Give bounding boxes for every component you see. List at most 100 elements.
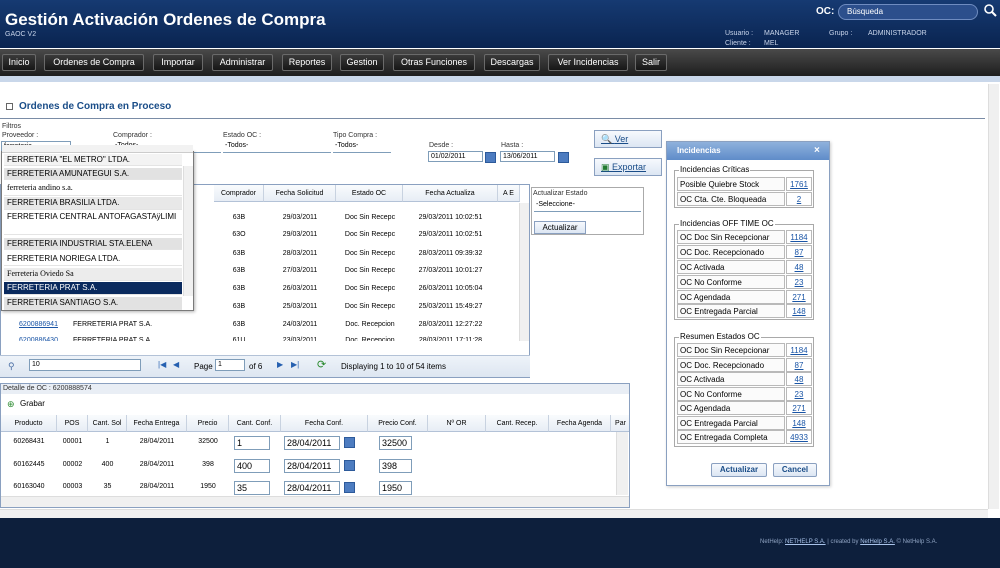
- autocomplete-item[interactable]: FERRETERIA SANTIAGO S.A.: [4, 297, 182, 310]
- fecha-conf-calendar-icon[interactable]: [344, 482, 355, 493]
- search-icon[interactable]: [983, 3, 997, 17]
- col-cant-conf[interactable]: Cant. Conf.: [229, 415, 281, 432]
- actualizar-estado-button[interactable]: Actualizar: [534, 221, 586, 234]
- fecha-conf-input[interactable]: 28/04/2011: [284, 436, 340, 450]
- actualizar-estado-select[interactable]: -Seleccione-: [534, 201, 641, 212]
- incidencia-link[interactable]: 48: [786, 260, 812, 274]
- autocomplete-item[interactable]: FERRETERIA BRASILIA LTDA.: [4, 197, 182, 210]
- collapse-checkbox[interactable]: [6, 103, 13, 110]
- resumen-link[interactable]: 1184: [786, 343, 812, 357]
- detalle-vscroll[interactable]: [616, 432, 628, 495]
- fecha-conf-calendar-icon[interactable]: [344, 460, 355, 471]
- page-size-select[interactable]: 10: [29, 359, 141, 371]
- incidencias-cancel-button[interactable]: Cancel: [773, 463, 817, 477]
- cant-conf-input[interactable]: 1: [234, 436, 270, 450]
- autocomplete-item[interactable]: FERRETERIA INDUSTRIAL STA.ELENA: [4, 238, 182, 250]
- col-fecha-conf[interactable]: Fecha Conf.: [281, 415, 368, 432]
- cant-conf-input[interactable]: 35: [234, 481, 270, 495]
- col-comprador[interactable]: Comprador: [214, 185, 264, 202]
- cant-conf-input[interactable]: 400: [234, 459, 270, 473]
- desde-input[interactable]: 01/02/2011: [428, 151, 483, 162]
- col-precio-conf[interactable]: Precio Conf.: [368, 415, 428, 432]
- autocomplete-item[interactable]: Ferreteria Oviedo Sa: [4, 268, 182, 281]
- first-page-icon[interactable]: |◀: [158, 360, 166, 369]
- incidencias-actualizar-button[interactable]: Actualizar: [711, 463, 767, 477]
- autocomplete-item-selected[interactable]: FERRETERIA PRAT S.A.: [4, 282, 182, 295]
- col-precio[interactable]: Precio: [187, 415, 229, 432]
- resumen-link[interactable]: 23: [786, 387, 812, 401]
- grid-vscroll[interactable]: [519, 203, 529, 341]
- refresh-icon[interactable]: ⟳: [317, 358, 326, 371]
- close-icon[interactable]: ×: [814, 145, 820, 156]
- col-estado-oc[interactable]: Estado OC: [336, 185, 403, 202]
- fecha-conf-calendar-icon[interactable]: [344, 437, 355, 448]
- nav-ver-incidencias[interactable]: Ver Incidencias: [548, 54, 628, 71]
- incidencia-link[interactable]: 23: [786, 275, 812, 289]
- pager-search-icon[interactable]: ⚲: [8, 361, 15, 372]
- hasta-calendar-icon[interactable]: [558, 152, 569, 163]
- col-producto[interactable]: Producto: [1, 415, 57, 432]
- fecha-conf-input[interactable]: 28/04/2011: [284, 459, 340, 473]
- nav-inicio[interactable]: Inicio: [2, 54, 36, 71]
- prev-page-icon[interactable]: ◀: [173, 360, 179, 369]
- autocomplete-item[interactable]: FERRETERIA AMUNATEGUI S.A.: [4, 168, 182, 180]
- col-pos[interactable]: POS: [57, 415, 88, 432]
- tipo-compra-select[interactable]: -Todos-: [333, 142, 391, 153]
- col-fecha-actualiza[interactable]: Fecha Actualiza: [403, 185, 498, 202]
- incidencia-link[interactable]: 87: [786, 245, 812, 259]
- resumen-link[interactable]: 271: [786, 401, 812, 415]
- col-fecha-entrega[interactable]: Fecha Entrega: [127, 415, 187, 432]
- nav-reportes[interactable]: Reportes: [282, 54, 332, 71]
- col-cant-sol[interactable]: Cant. Sol: [88, 415, 127, 432]
- incidencia-link[interactable]: 2: [786, 192, 812, 206]
- nav-gestion[interactable]: Gestion: [340, 54, 384, 71]
- precio-conf-input[interactable]: 1950: [379, 481, 412, 495]
- precio-conf-input[interactable]: 398: [379, 459, 412, 473]
- incidencia-link[interactable]: 148: [786, 304, 812, 318]
- nav-importar[interactable]: Importar: [153, 54, 203, 71]
- footer-link-created[interactable]: NetHelp S.A.: [860, 539, 895, 545]
- precio-conf-input[interactable]: 32500: [379, 436, 412, 450]
- autocomplete-hscroll[interactable]: [2, 145, 193, 153]
- autocomplete-item[interactable]: ferreteria andino s.a.: [4, 182, 182, 196]
- detalle-hscroll[interactable]: [1, 496, 629, 507]
- grabar-button[interactable]: Grabar: [20, 399, 45, 408]
- autocomplete-vscroll[interactable]: [183, 166, 193, 296]
- fecha-conf-input[interactable]: 28/04/2011: [284, 481, 340, 495]
- last-page-icon[interactable]: ▶|: [291, 360, 299, 369]
- resumen-link[interactable]: 4933: [786, 430, 812, 444]
- nav-administrar[interactable]: Administrar: [212, 54, 273, 71]
- nav-ordenes-compra[interactable]: Ordenes de Compra: [44, 54, 144, 71]
- resumen-link[interactable]: 48: [786, 372, 812, 386]
- col-nro-or[interactable]: Nº OR: [428, 415, 486, 432]
- hasta-input[interactable]: 13/06/2011: [500, 151, 555, 162]
- desde-calendar-icon[interactable]: [485, 152, 496, 163]
- page-number-input[interactable]: 1: [215, 359, 245, 371]
- estado-oc-select[interactable]: -Todos-: [223, 142, 331, 153]
- col-fecha-agenda[interactable]: Fecha Agenda: [549, 415, 611, 432]
- autocomplete-item[interactable]: FERRETERIA NORIEGA LTDA.: [4, 253, 182, 266]
- incidencia-link[interactable]: 1184: [786, 230, 812, 244]
- col-cant-recep[interactable]: Cant. Recep.: [486, 415, 549, 432]
- resumen-link[interactable]: 148: [786, 416, 812, 430]
- page-vscroll[interactable]: [988, 84, 999, 509]
- autocomplete-item[interactable]: FERRETERIA "EL METRO" LTDA.: [4, 154, 182, 166]
- oc-search-input[interactable]: Búsqueda: [838, 4, 978, 20]
- col-ae[interactable]: A E: [498, 185, 520, 202]
- incidencia-link[interactable]: 271: [786, 290, 812, 304]
- page-hscroll[interactable]: [0, 509, 988, 518]
- col-fecha-solicitud[interactable]: Fecha Solicitud: [264, 185, 336, 202]
- nav-otras-funciones[interactable]: Otras Funciones: [393, 54, 475, 71]
- footer-link-nethelp[interactable]: NETHELP S.A.: [785, 539, 826, 545]
- next-page-icon[interactable]: ▶: [277, 360, 283, 369]
- ver-button[interactable]: 🔍 Ver: [594, 130, 662, 148]
- resumen-link[interactable]: 87: [786, 358, 812, 372]
- nav-descargas[interactable]: Descargas: [484, 54, 540, 71]
- oc-link[interactable]: 6200886430: [11, 333, 66, 341]
- oc-link[interactable]: 6200886941: [11, 316, 66, 333]
- col-par[interactable]: Par: [611, 415, 629, 432]
- exportar-button[interactable]: ▣ Exportar: [594, 158, 662, 176]
- nav-salir[interactable]: Salir: [635, 54, 667, 71]
- incidencia-link[interactable]: 1761: [786, 177, 812, 191]
- autocomplete-item[interactable]: FERRETERIA CENTRAL ANTOFAGASTAÿLIMI: [4, 211, 182, 235]
